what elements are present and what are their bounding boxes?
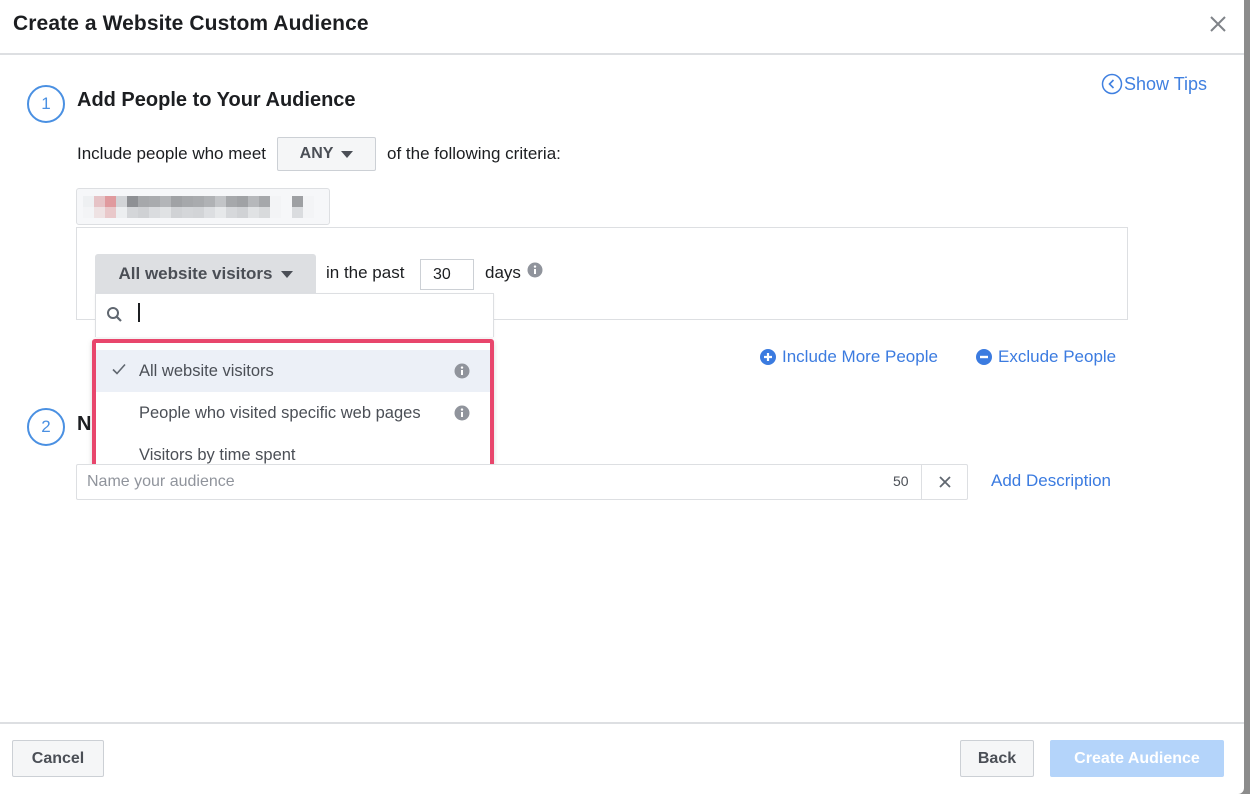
pixel-block xyxy=(127,195,138,218)
audience-name-field xyxy=(76,464,968,500)
pixelated-redacted-text xyxy=(83,195,314,218)
char-count: 50 xyxy=(893,473,909,489)
match-any-select[interactable]: ANY xyxy=(277,137,377,171)
step-2-title: N xyxy=(77,413,92,435)
page-scrollbar[interactable] xyxy=(1244,0,1250,794)
pixel-block xyxy=(94,195,105,218)
step-2-circle: 2 xyxy=(27,408,65,446)
dialog-header: Create a Website Custom Audience xyxy=(0,0,1244,55)
menu-item-label: People who visited specific web pages xyxy=(139,403,421,422)
dialog-title: Create a Website Custom Audience xyxy=(13,12,369,35)
search-icon xyxy=(107,307,122,322)
visitor-type-dropdown-menu: All website visitors People who visited … xyxy=(92,339,494,478)
pixel-block xyxy=(270,195,281,218)
include-more-people-link[interactable]: Include More People xyxy=(760,347,938,367)
step-1-circle: 1 xyxy=(27,85,65,123)
menu-item-label: All website visitors xyxy=(139,361,274,380)
audience-name-input[interactable] xyxy=(87,468,867,496)
step-1-title: Add People to Your Audience xyxy=(77,89,356,111)
menu-item-specific-web-pages[interactable]: People who visited specific web pages xyxy=(96,392,490,434)
pixel-block xyxy=(292,195,303,218)
pixel-block xyxy=(193,195,204,218)
menu-item-all-website-visitors[interactable]: All website visitors xyxy=(96,350,490,392)
add-description-link[interactable]: Add Description xyxy=(991,471,1111,491)
pixel-block xyxy=(138,195,149,218)
pixel-block xyxy=(105,195,116,218)
create-audience-button[interactable]: Create Audience xyxy=(1050,740,1224,777)
pixel-block xyxy=(259,195,270,218)
text-cursor xyxy=(138,303,140,322)
pixel-block xyxy=(182,195,193,218)
visitor-type-select[interactable]: All website visitors xyxy=(95,254,316,294)
exclude-label: Exclude People xyxy=(998,347,1117,366)
clear-name-button[interactable] xyxy=(921,464,968,500)
menu-item-label: Visitors by time spent xyxy=(139,445,296,464)
pixel-block xyxy=(204,195,215,218)
include-more-label: Include More People xyxy=(782,347,938,366)
minus-circle-icon xyxy=(976,349,992,365)
dropdown-search xyxy=(95,293,494,337)
back-button[interactable]: Back xyxy=(960,740,1034,777)
days-label: days xyxy=(485,263,521,282)
close-x-icon xyxy=(1210,16,1226,32)
criteria-prefix: Include people who meet xyxy=(77,144,267,163)
show-tips-label: Show Tips xyxy=(1124,73,1208,94)
show-tips-link[interactable]: Show Tips xyxy=(1101,73,1207,95)
pixel-block xyxy=(226,195,237,218)
pixel-block xyxy=(248,195,259,218)
checkmark-icon xyxy=(112,363,126,375)
plus-circle-icon xyxy=(760,349,776,365)
pixel-block xyxy=(149,195,160,218)
criteria-suffix: of the following criteria: xyxy=(387,144,561,163)
exclude-people-link[interactable]: Exclude People xyxy=(976,347,1116,367)
pixel-block xyxy=(83,195,94,218)
caret-down-icon xyxy=(341,150,354,158)
visitor-select-value: All website visitors xyxy=(118,264,273,283)
match-select-value: ANY xyxy=(299,145,334,162)
in-the-past-label: in the past xyxy=(326,263,405,282)
days-input[interactable] xyxy=(420,259,474,290)
pixel-block xyxy=(215,195,226,218)
pixel-source-tag[interactable] xyxy=(76,188,330,225)
pixel-block xyxy=(160,195,171,218)
footer-divider xyxy=(0,722,1244,724)
info-icon[interactable] xyxy=(454,363,470,379)
pixel-block xyxy=(303,195,314,218)
dropdown-search-input[interactable] xyxy=(134,302,484,330)
caret-down-icon xyxy=(280,270,293,278)
pixel-block xyxy=(116,195,127,218)
info-icon[interactable] xyxy=(527,262,543,278)
cancel-button[interactable]: Cancel xyxy=(12,740,104,777)
criteria-row: Include people who meet ANY of the follo… xyxy=(77,137,561,171)
pixel-block xyxy=(237,195,248,218)
info-icon[interactable] xyxy=(454,405,470,421)
close-x-icon xyxy=(939,476,951,488)
pixel-block xyxy=(281,195,292,218)
chevron-left-circle-icon xyxy=(1101,73,1123,95)
create-audience-dialog: Create a Website Custom Audience Show Ti… xyxy=(0,0,1244,794)
close-button[interactable] xyxy=(1205,11,1231,37)
pixel-block xyxy=(171,195,182,218)
